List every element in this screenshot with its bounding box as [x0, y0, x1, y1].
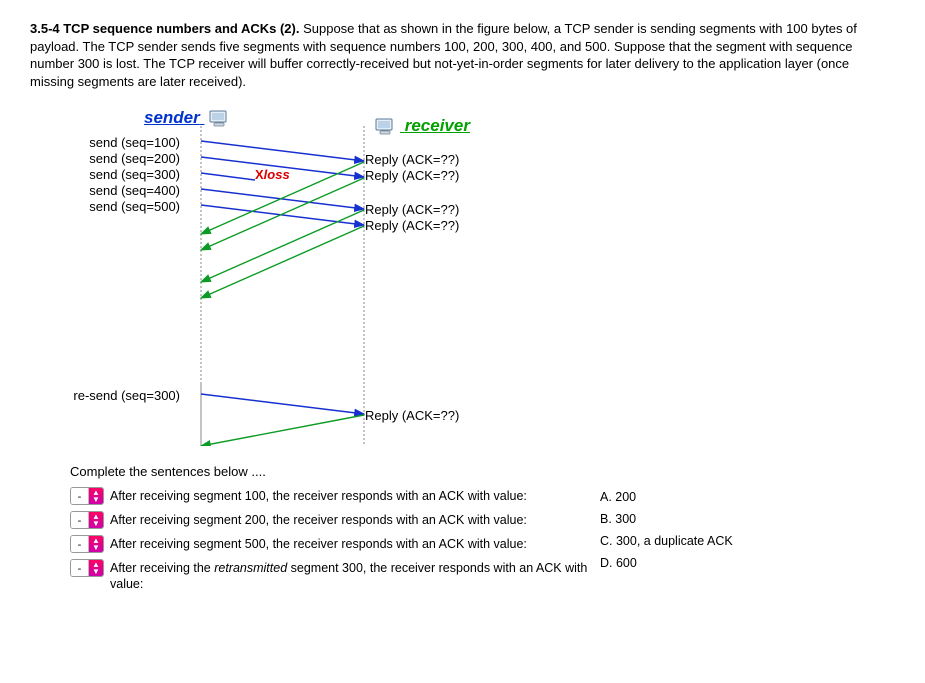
stepper-arrows-icon[interactable]: ▲▼ [89, 536, 103, 552]
question-row: - ▲▼ After receiving the retransmitted s… [70, 559, 590, 593]
question-text: After receiving the retransmitted segmen… [110, 559, 590, 593]
receiver-label: receiver [370, 116, 470, 136]
answer-stepper[interactable]: - ▲▼ [70, 511, 104, 529]
problem-title: 3.5-4 TCP sequence numbers and ACKs (2). [30, 21, 299, 36]
stepper-arrows-icon[interactable]: ▲▼ [89, 560, 103, 576]
answer-stepper[interactable]: - ▲▼ [70, 535, 104, 553]
option-a: A. 200 [600, 487, 733, 507]
sender-label: sender [144, 108, 234, 128]
question-text: After receiving segment 500, the receive… [110, 535, 527, 552]
option-d: D. 600 [600, 553, 733, 573]
loss-annotation: Xloss [255, 167, 290, 182]
reply-event: Reply (ACK=??) [365, 168, 565, 183]
computer-icon [208, 108, 230, 128]
stepper-value: - [71, 488, 89, 504]
question-row: - ▲▼ After receiving segment 500, the re… [70, 535, 590, 553]
send-event: send (seq=500) [40, 199, 180, 214]
computer-icon [374, 116, 396, 136]
option-b: B. 300 [600, 509, 733, 529]
questions-section: Complete the sentences below .... - ▲▼ A… [70, 464, 895, 593]
question-row: - ▲▼ After receiving segment 200, the re… [70, 511, 590, 529]
answer-options: A. 200 B. 300 C. 300, a duplicate ACK D.… [600, 487, 733, 575]
stepper-value: - [71, 512, 89, 528]
questions-intro: Complete the sentences below .... [70, 464, 895, 479]
stepper-arrows-icon[interactable]: ▲▼ [89, 512, 103, 528]
resend-event: re-send (seq=300) [40, 388, 180, 403]
stepper-value: - [71, 560, 89, 576]
reply-event: Reply (ACK=??) [365, 202, 565, 217]
question-text: After receiving segment 100, the receive… [110, 487, 527, 504]
question-row: - ▲▼ After receiving segment 100, the re… [70, 487, 590, 505]
question-list: - ▲▼ After receiving segment 100, the re… [70, 487, 590, 593]
send-event: send (seq=200) [40, 151, 180, 166]
send-event: send (seq=400) [40, 183, 180, 198]
tcp-timeline-diagram: sender receiver Xloss send (seq=100) sen… [70, 108, 895, 458]
reply-event: Reply (ACK=??) [365, 408, 565, 423]
question-text: After receiving segment 200, the receive… [110, 511, 527, 528]
stepper-value: - [71, 536, 89, 552]
reply-event: Reply (ACK=??) [365, 152, 565, 167]
answer-stepper[interactable]: - ▲▼ [70, 487, 104, 505]
reply-event: Reply (ACK=??) [365, 218, 565, 233]
problem-header: 3.5-4 TCP sequence numbers and ACKs (2).… [30, 20, 895, 90]
send-event: send (seq=300) [40, 167, 180, 182]
option-c: C. 300, a duplicate ACK [600, 531, 733, 551]
answer-stepper[interactable]: - ▲▼ [70, 559, 104, 577]
stepper-arrows-icon[interactable]: ▲▼ [89, 488, 103, 504]
send-event: send (seq=100) [40, 135, 180, 150]
